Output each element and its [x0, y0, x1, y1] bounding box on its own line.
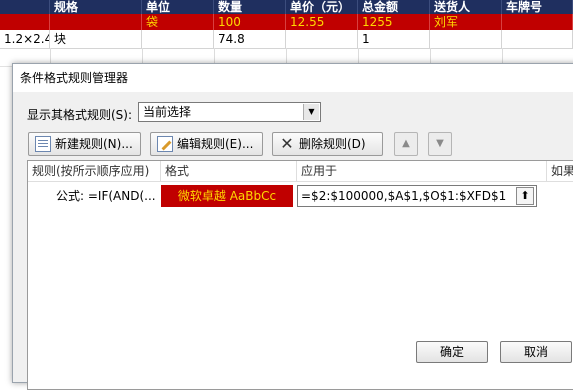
edit-rule-button[interactable]: 编辑规则(E)...: [150, 132, 263, 156]
row-cell-spec[interactable]: 1.2×2.4m: [0, 30, 50, 48]
highlight-cell-spec[interactable]: [50, 14, 142, 30]
row-cell-unit[interactable]: 块: [50, 30, 142, 48]
header-cell-plate[interactable]: 车牌号: [502, 0, 573, 14]
row-cell-total[interactable]: [286, 30, 358, 48]
column-header-rule[interactable]: 规则(按所示顺序应用): [28, 161, 161, 181]
highlight-cell-plate[interactable]: [502, 14, 573, 30]
highlight-cell-total[interactable]: 1255: [358, 14, 430, 30]
cancel-button[interactable]: 取消: [500, 341, 572, 363]
move-down-button[interactable]: ▼: [428, 132, 452, 156]
edit-rule-label: 编辑规则(E)...: [177, 137, 254, 151]
applies-to-value: =$2:$100000,$A$1,$O$1:$XFD$1: [301, 189, 507, 203]
row-cell-plate[interactable]: [430, 30, 502, 48]
row-cell-price[interactable]: 74.8: [214, 30, 286, 48]
column-header-stop-if-true[interactable]: 如果: [547, 161, 573, 181]
header-cell-qty[interactable]: 数量: [214, 0, 286, 14]
conditional-format-rules-dialog: 条件格式规则管理器 显示其格式规则(S): 当前选择 ▼ 新建规则(N)... …: [12, 63, 573, 390]
delete-rule-button[interactable]: ✕ 删除规则(D): [272, 132, 383, 156]
new-rule-icon: [35, 136, 51, 152]
row-cell-deliverer[interactable]: 1: [358, 30, 430, 48]
delete-x-icon: ✕: [280, 134, 294, 153]
move-up-button[interactable]: ▲: [394, 132, 418, 156]
highlight-cell-qty[interactable]: 100: [214, 14, 286, 30]
new-rule-label: 新建规则(N)...: [55, 137, 133, 151]
new-rule-button[interactable]: 新建规则(N)...: [28, 132, 141, 156]
ok-button[interactable]: 确定: [416, 341, 488, 363]
show-rules-select[interactable]: 当前选择 ▼: [138, 102, 321, 122]
move-down-icon: ▼: [436, 138, 444, 149]
show-rules-value: 当前选择: [143, 105, 192, 119]
data-row: 1.2×2.4m 块 74.8 1: [0, 30, 573, 49]
rule-formula[interactable]: 公式: =IF(AND(...: [56, 182, 166, 210]
show-rules-label: 显示其格式规则(S):: [27, 108, 133, 122]
row-cell-extra[interactable]: [502, 30, 573, 48]
header-cell-unit[interactable]: 单位: [142, 0, 214, 14]
applies-to-field[interactable]: =$2:$100000,$A$1,$O$1:$XFD$1 ⬆: [297, 185, 537, 207]
move-up-icon: ▲: [402, 138, 410, 149]
format-preview: 微软卓越 AaBbCc: [161, 185, 293, 207]
highlighted-row: 袋 100 12.55 1255 刘军: [0, 14, 573, 30]
dialog-title: 条件格式规则管理器: [13, 64, 573, 92]
column-header-applies-to[interactable]: 应用于: [297, 161, 547, 181]
header-cell-price[interactable]: 单价（元）: [286, 0, 358, 14]
rule-row[interactable]: 公式: =IF(AND(... 微软卓越 AaBbCc =$2:$100000,…: [28, 182, 573, 210]
edit-rule-icon: [157, 136, 173, 152]
rules-list[interactable]: 规则(按所示顺序应用) 格式 应用于 如果 公式: =IF(AND(... 微软…: [27, 160, 573, 390]
row-cell-qty[interactable]: [142, 30, 214, 48]
highlight-cell-blank: [0, 14, 50, 30]
sheet-header-row: 规格 单位 数量 单价（元） 总金额 送货人 车牌号: [0, 0, 573, 14]
header-cell-total[interactable]: 总金额: [358, 0, 430, 14]
highlight-cell-unit[interactable]: 袋: [142, 14, 214, 30]
chevron-down-icon[interactable]: ▼: [303, 104, 319, 120]
header-cell-blank: [0, 0, 50, 14]
highlight-cell-deliverer[interactable]: 刘军: [430, 14, 502, 30]
header-cell-deliverer[interactable]: 送货人: [430, 0, 502, 14]
column-header-format[interactable]: 格式: [161, 161, 297, 181]
collapse-range-icon[interactable]: ⬆: [516, 187, 534, 205]
header-cell-spec[interactable]: 规格: [50, 0, 142, 14]
delete-rule-label: 删除规则(D): [299, 137, 366, 151]
highlight-cell-price[interactable]: 12.55: [286, 14, 358, 30]
